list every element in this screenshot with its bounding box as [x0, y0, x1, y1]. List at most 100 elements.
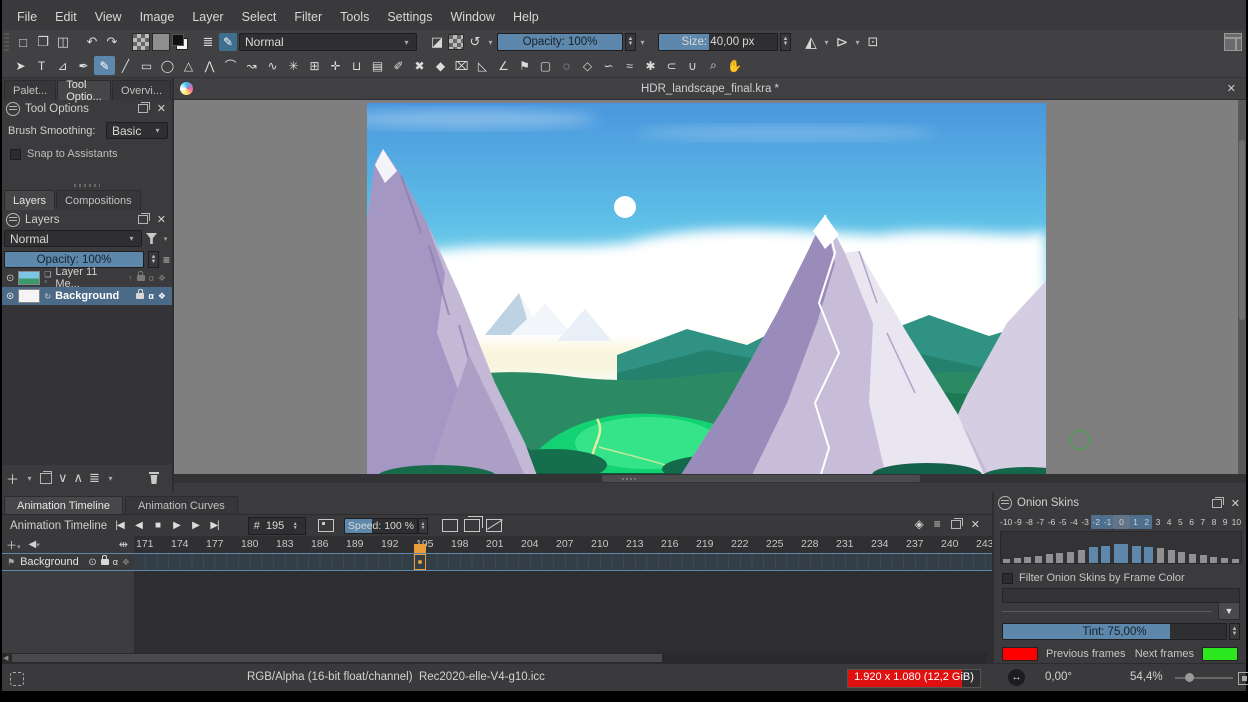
chevron-down-icon[interactable]: ▾ — [822, 38, 831, 47]
onion-bar-10[interactable] — [1232, 559, 1239, 563]
duplicate-layer-button[interactable] — [40, 473, 52, 484]
onion-bar-8[interactable] — [1210, 557, 1217, 563]
select-shapes-tool[interactable]: ➤ — [10, 56, 31, 75]
audio-options-icon[interactable]: ◀▾ — [29, 539, 40, 550]
tint-slider[interactable]: Tint: 75,00% — [1002, 623, 1227, 640]
onion-offset--1[interactable]: -1 — [1102, 515, 1113, 529]
move-layer-up-button[interactable]: ∧ — [74, 470, 84, 486]
chevron-down-icon[interactable]: ▾ — [106, 474, 115, 483]
onion-bar--2[interactable] — [1089, 547, 1098, 563]
frame-color-filter-box[interactable] — [1002, 588, 1240, 603]
menu-file[interactable]: File — [8, 7, 46, 30]
assistants-tool[interactable]: ◺ — [472, 56, 493, 75]
add-layer-button[interactable]: ＋ — [6, 469, 19, 488]
frame-ruler-label[interactable]: 183 — [274, 536, 309, 553]
onion-bar-6[interactable] — [1189, 554, 1196, 563]
layer-options-menu-icon[interactable]: ≡ — [163, 253, 170, 267]
alpha-lock-icon[interactable]: α — [149, 273, 154, 283]
frame-ruler-label[interactable]: 213 — [624, 536, 659, 553]
frame-ruler-label[interactable]: 207 — [554, 536, 589, 553]
tab-layers[interactable]: Layers — [4, 190, 55, 210]
wrap-around-mode-icon[interactable]: ⊳ — [833, 33, 851, 51]
onion-bar--4[interactable] — [1067, 552, 1074, 563]
size-slider[interactable]: Size: 40,00 px — [658, 33, 778, 51]
fill-tool[interactable]: ◆ — [430, 56, 451, 75]
next-frames-color-swatch[interactable] — [1202, 647, 1238, 661]
tab-animation-curves[interactable]: Animation Curves — [125, 496, 238, 515]
onion-bar--8[interactable] — [1024, 557, 1031, 563]
pan-tool[interactable]: ✋ — [724, 56, 745, 75]
onion-offset--9[interactable]: -9 — [1012, 515, 1023, 529]
transform-tool[interactable]: ⊞ — [304, 56, 325, 75]
menu-settings[interactable]: Settings — [378, 7, 441, 30]
timeline-horizontal-scrollbar[interactable]: ◀ — [2, 653, 987, 663]
ellipse-tool[interactable]: ◯ — [157, 56, 178, 75]
onion-offset--2[interactable]: -2 — [1091, 515, 1102, 529]
menu-edit[interactable]: Edit — [46, 7, 86, 30]
hide-frames-icon[interactable] — [486, 519, 502, 532]
frame-ruler-label[interactable]: 234 — [869, 536, 904, 553]
menu-window[interactable]: Window — [442, 7, 504, 30]
onion-opacity-bars[interactable] — [1000, 531, 1242, 564]
onion-bar-4[interactable] — [1168, 550, 1175, 563]
onion-bar--5[interactable] — [1056, 553, 1063, 563]
size-spinner[interactable]: ▲▼ — [780, 33, 791, 51]
menu-layer[interactable]: Layer — [183, 7, 232, 30]
text-tool[interactable]: T — [31, 56, 52, 75]
chevron-down-icon[interactable]: ▾ — [25, 474, 34, 483]
bezier-select-tool[interactable]: ⊂ — [661, 56, 682, 75]
show-layer-stack-icon[interactable] — [464, 519, 480, 532]
menu-view[interactable]: View — [86, 7, 131, 30]
filter-onion-skins-checkbox[interactable] — [1002, 573, 1013, 584]
tab-palet[interactable]: Palet... — [4, 80, 56, 100]
menu-help[interactable]: Help — [504, 7, 548, 30]
onion-offset-8[interactable]: 8 — [1208, 515, 1219, 529]
frame-ruler[interactable]: ＋▾ ◀▾ ⇹ 17117417718018318618919219519820… — [2, 536, 992, 554]
add-keyframe-button[interactable]: ＋▾ — [6, 537, 21, 553]
smart-patch-tool[interactable]: ✖ — [409, 56, 430, 75]
layer-blend-mode-select[interactable]: Normal▾ — [4, 230, 142, 247]
keyframe-cell[interactable] — [414, 554, 426, 570]
alpha-lock-icon[interactable]: α — [148, 291, 154, 301]
toolbar-drag-handle[interactable] — [4, 33, 9, 51]
frame-ruler-label[interactable]: 198 — [449, 536, 484, 553]
onion-bar--6[interactable] — [1046, 554, 1053, 563]
similar-select-tool[interactable]: ≈ — [619, 56, 640, 75]
onion-offset-10[interactable]: 10 — [1231, 515, 1242, 529]
frame-ruler-label[interactable]: 171 — [134, 536, 169, 553]
splitter-handle[interactable] — [74, 184, 100, 187]
frame-ruler-label[interactable]: 231 — [834, 536, 869, 553]
tab-overvi[interactable]: Overvi... — [112, 80, 171, 100]
onion-offset-2[interactable]: 2 — [1141, 515, 1152, 529]
onion-offset-7[interactable]: 7 — [1197, 515, 1208, 529]
menu-select[interactable]: Select — [233, 7, 286, 30]
inherit-alpha-icon[interactable]: ❖ — [158, 291, 166, 302]
frame-cells[interactable] — [134, 554, 992, 570]
trim-to-image-icon[interactable]: ⊡ — [864, 33, 882, 51]
onion-offset-1[interactable]: 1 — [1130, 515, 1141, 529]
onion-bar--1[interactable] — [1101, 546, 1110, 563]
frame-ruler-label[interactable]: 225 — [764, 536, 799, 553]
polygon-select-tool[interactable]: ◇ — [577, 56, 598, 75]
canvas-horizontal-scrollbar[interactable] — [174, 474, 1246, 483]
speed-spinner[interactable]: ▲▼ — [418, 518, 428, 534]
frame-ruler-label[interactable]: 219 — [694, 536, 729, 553]
drop-frames-icon[interactable] — [318, 519, 334, 532]
opacity-slider[interactable]: Opacity: 100% — [497, 33, 623, 51]
menu-filter[interactable]: Filter — [285, 7, 331, 30]
float-docker-icon[interactable] — [138, 104, 148, 113]
layer-row-background[interactable]: ⊙ ↻ Background α ❖ — [2, 287, 172, 305]
chevron-down-icon[interactable]: ▾ — [486, 38, 495, 47]
frame-ruler-label[interactable]: 186 — [309, 536, 344, 553]
onion-offset--6[interactable]: -6 — [1046, 515, 1057, 529]
lock-icon[interactable] — [101, 559, 109, 565]
line-tool[interactable]: ╱ — [115, 56, 136, 75]
frame-ruler-label[interactable]: 210 — [589, 536, 624, 553]
redo-icon[interactable]: ↷ — [103, 33, 121, 51]
tint-spinner[interactable]: ▲▼ — [1229, 623, 1240, 640]
menu-tools[interactable]: Tools — [331, 7, 378, 30]
scroll-left-arrow-icon[interactable]: ◀ — [3, 654, 8, 662]
lock-icon[interactable] — [137, 275, 145, 281]
zoom-timeline-icon[interactable]: ⇹ — [119, 538, 134, 551]
tab-tool-optio[interactable]: Tool Optio... — [57, 80, 111, 100]
